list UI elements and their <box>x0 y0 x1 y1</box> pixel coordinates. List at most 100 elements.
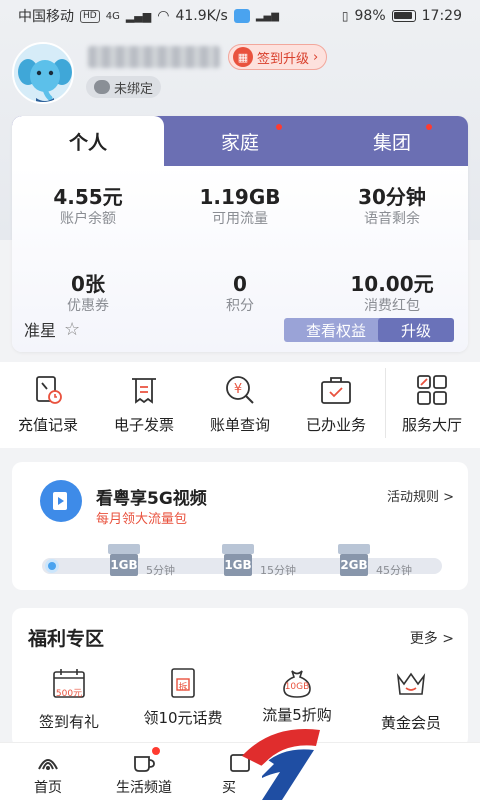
chevron-right-icon: › <box>313 49 319 65</box>
recharge-record-icon <box>30 372 66 408</box>
welfare-label: 签到有礼 <box>38 713 99 731</box>
shortcut-invoice[interactable]: 电子发票 <box>96 362 192 448</box>
phone-number-masked <box>88 46 220 68</box>
account-card: 个人 家庭 集团 4.55元 账户余额 1.19GB 可用流量 30分钟 语音剩… <box>12 116 468 352</box>
status-bar: 中国移动 HD 4G ▂▄▆ ◠ 41.9K/s ▂▄▆ ▯ 98% 17:29 <box>0 0 480 32</box>
nav-home[interactable]: 首页 <box>0 743 96 800</box>
reward-time: 5分钟 <box>146 564 175 577</box>
vibrate-icon: ▯ <box>341 9 349 23</box>
gift-lid <box>338 544 370 554</box>
star-icon: ☆ <box>64 318 81 340</box>
stat-balance[interactable]: 4.55元 账户余额 <box>12 184 164 265</box>
view-rights-button[interactable]: 查看权益 <box>284 318 388 342</box>
reward-gift-2[interactable]: 1GB <box>220 540 256 576</box>
more-link[interactable]: 更多 > <box>410 628 454 648</box>
stat-voice[interactable]: 30分钟 语音剩余 <box>316 184 468 265</box>
progress-marker <box>48 562 56 570</box>
stat-value: 0张 <box>71 272 105 296</box>
member-level: 准星 <box>24 321 57 340</box>
promo-subtitle: 每月领大流量包 <box>96 512 188 527</box>
welfare-icon-text: 拆 <box>178 683 188 693</box>
signal-icon: ▂▄▆ <box>125 9 152 23</box>
card-footer: 准星 ☆ 查看权益 升级 <box>12 306 468 352</box>
shortcut-label: 账单查询 <box>209 416 270 434</box>
account-tabs: 个人 家庭 集团 <box>12 116 468 166</box>
shortcut-handled-business[interactable]: 已办业务 <box>288 362 384 448</box>
carrier-name: 中国移动 <box>18 9 74 25</box>
upgrade-button[interactable]: 升级 <box>378 318 454 342</box>
section-title: 福利专区 <box>28 628 105 650</box>
welfare-item-signin-gift[interactable]: 500元 签到有礼 <box>14 666 124 733</box>
brand-logo-overlay <box>242 729 320 800</box>
battery-icon <box>391 10 416 22</box>
stat-label: 语音剩余 <box>364 211 420 227</box>
gift-lid <box>108 544 140 554</box>
tab-group[interactable]: 集团 <box>316 116 468 166</box>
welfare-item-gold-member[interactable]: 黄金会员 <box>356 666 466 733</box>
gift-badge: 2GB <box>340 554 368 576</box>
reward-time: 45分钟 <box>376 564 412 577</box>
tab-label: 集团 <box>372 131 411 154</box>
nav-label: 生活频道 <box>116 780 172 796</box>
shortcut-bill-query[interactable]: ¥ 账单查询 <box>192 362 288 448</box>
signal-label: 4G <box>105 10 120 22</box>
welfare-icon-text: 10GB <box>284 682 310 692</box>
stat-value: 1.19GB <box>199 185 281 209</box>
invoice-icon <box>126 372 162 408</box>
wifi-icon: ◠ <box>157 8 170 24</box>
tab-family[interactable]: 家庭 <box>164 116 316 166</box>
reward-gift-3[interactable]: 2GB <box>336 540 372 576</box>
signin-upgrade-button[interactable]: ▦ 签到升级 › <box>228 44 328 70</box>
nav-label: 首页 <box>34 780 62 796</box>
stat-value: 30分钟 <box>358 185 426 209</box>
wechat-icon <box>94 80 110 94</box>
activity-rules-link[interactable]: 活动规则 > <box>387 486 454 505</box>
wechat-bind-button[interactable]: 未绑定 <box>86 76 162 98</box>
stat-data[interactable]: 1.19GB 可用流量 <box>164 184 316 265</box>
handled-business-icon <box>318 372 354 408</box>
welfare-label: 黄金会员 <box>380 714 441 732</box>
gift-badge: 1GB <box>110 554 138 576</box>
hd-badge: HD <box>80 9 100 23</box>
svg-text:¥: ¥ <box>234 382 242 397</box>
stat-label: 可用流量 <box>212 211 268 227</box>
promo-5g-card[interactable]: 看粤享5G视频 每月领大流量包 活动规则 > 1GB 5分钟 1GB 15分钟 … <box>12 462 468 590</box>
service-hall-icon <box>414 372 450 408</box>
stat-label: 账户余额 <box>60 211 116 227</box>
welfare-label: 领10元话费 <box>143 709 223 727</box>
battery-percent: 98% <box>354 8 386 24</box>
divider <box>385 368 386 438</box>
signin-upgrade-label: 签到升级 <box>257 51 310 67</box>
stat-value: 4.55元 <box>53 185 123 209</box>
shortcut-label: 充值记录 <box>17 416 78 434</box>
tab-personal[interactable]: 个人 <box>12 116 164 166</box>
shortcut-label: 服务大厅 <box>401 416 462 434</box>
shortcut-label: 已办业务 <box>305 416 366 434</box>
welfare-icon-text: 500元 <box>55 689 83 699</box>
avatar[interactable] <box>12 42 74 104</box>
nav-life-channel[interactable]: 生活频道 <box>96 743 192 800</box>
bind-status: 未绑定 <box>114 81 154 97</box>
signal-icon-2: ▂▄▆ <box>255 10 279 22</box>
gift-lid <box>222 544 254 554</box>
crown-icon <box>393 666 429 700</box>
tab-label: 家庭 <box>220 131 259 154</box>
tab-label: 个人 <box>68 131 107 154</box>
shortcut-service-hall[interactable]: 服务大厅 <box>384 362 480 448</box>
bill-query-icon: ¥ <box>222 372 258 408</box>
stat-value: 0 <box>233 272 247 296</box>
app-notification-icon <box>233 9 250 23</box>
notification-dot <box>426 124 432 130</box>
gift-badge: 1GB <box>224 554 252 576</box>
promo-title: 看粤享5G视频 <box>96 489 207 509</box>
clock: 17:29 <box>421 8 462 24</box>
notification-dot <box>276 124 282 130</box>
shortcut-recharge-record[interactable]: 充值记录 <box>0 362 96 448</box>
net-speed: 41.9K/s <box>175 8 228 24</box>
calendar-icon: ▦ <box>233 47 253 67</box>
reward-gift-1[interactable]: 1GB <box>106 540 142 576</box>
shortcut-row: 充值记录 电子发票 ¥ 账单查询 已办业务 服务大厅 <box>0 362 480 448</box>
video-play-icon <box>40 480 82 522</box>
home-logo-icon <box>38 759 58 770</box>
reward-time: 15分钟 <box>260 564 296 577</box>
